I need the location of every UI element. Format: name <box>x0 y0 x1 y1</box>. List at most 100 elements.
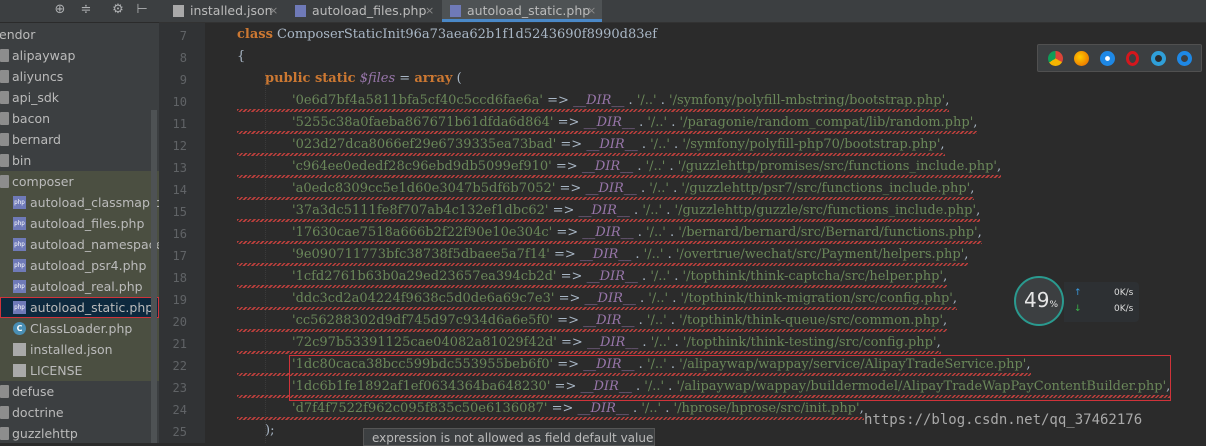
php-file-icon: php <box>13 301 26 314</box>
line-number: 22 <box>172 359 187 373</box>
line-number: 9 <box>179 73 187 87</box>
ie-icon[interactable] <box>1151 51 1166 66</box>
code-line-class: class ComposerStaticInit96a73aea62b1f1d5… <box>237 27 658 42</box>
tab-autoload-static[interactable]: autoload_static.php × <box>442 0 602 22</box>
locate-file-icon[interactable]: ⊕ <box>52 2 68 18</box>
hide-panel-icon[interactable]: ⊢ <box>134 2 150 18</box>
tree-item[interactable]: aliyuncs <box>0 66 159 87</box>
tree-item[interactable]: defuse <box>0 381 159 402</box>
php-file-icon <box>295 5 306 17</box>
tree-item[interactable]: php autoload_real.php <box>0 276 159 297</box>
tree-item[interactable]: api_sdk <box>0 87 159 108</box>
error-underline <box>237 285 947 288</box>
tree-item[interactable]: php autoload_psr4.php <box>0 255 159 276</box>
close-tab-icon[interactable]: × <box>587 0 596 22</box>
edge-icon[interactable] <box>1177 51 1192 66</box>
error-underline <box>237 175 1001 178</box>
tree-item-label: LICENSE <box>30 363 83 378</box>
tree-item[interactable]: php autoload_namespaces <box>0 234 159 255</box>
safari-icon[interactable] <box>1100 51 1115 66</box>
json-file-icon <box>13 343 26 356</box>
code-line-entry: '37a3dc5111fe8f707ab4c132ef1dbc62' => __… <box>292 203 981 218</box>
line-number: 17 <box>172 249 187 263</box>
tree-item-label: aliyuncs <box>12 69 64 84</box>
chrome-icon[interactable] <box>1048 51 1063 66</box>
error-underline <box>237 153 945 156</box>
tree-item-label: autoload_classmap.php <box>30 195 159 210</box>
tree-item-label: ClassLoader.php <box>30 321 133 336</box>
line-number: 24 <box>172 403 187 417</box>
code-line-brace: { <box>237 49 246 64</box>
tree-item-label: autoload_namespaces <box>30 237 159 252</box>
tree-item[interactable]: composer <box>0 171 159 192</box>
tree-item[interactable]: bernard <box>0 129 159 150</box>
tree-item[interactable]: bin <box>0 150 159 171</box>
line-number: 16 <box>172 227 187 241</box>
tree-item-label: doctrine <box>12 405 64 420</box>
tree-item-label: bin <box>12 153 32 168</box>
tree-item[interactable]: installed.json <box>0 339 159 360</box>
line-number: 7 <box>179 29 187 43</box>
tree-item[interactable]: doctrine <box>0 402 159 423</box>
tree-item[interactable]: endor <box>0 24 159 45</box>
browser-preview-bar <box>1037 44 1202 72</box>
tab-label: autoload_files.php <box>312 3 427 18</box>
editor-tab-bar: installed.json × autoload_files.php × au… <box>159 0 1206 23</box>
code-line-entry: 'a0edc8309cc5e1d60e3047b5df6b7052' => __… <box>292 181 975 196</box>
code-line-files-decl: public static $files = array ( <box>265 71 462 86</box>
tree-item[interactable]: alipaywap <box>0 45 159 66</box>
collapse-all-icon[interactable]: ≑ <box>78 2 94 18</box>
settings-gear-icon[interactable]: ⚙ <box>110 2 126 18</box>
php-file-icon: php <box>13 238 26 251</box>
tree-item[interactable]: php autoload_static.php <box>0 297 159 318</box>
close-tab-icon[interactable]: × <box>425 0 434 22</box>
error-underline <box>237 307 957 310</box>
watermark-url: https://blog.csdn.net/qq_37462176 <box>864 412 1143 428</box>
system-monitor-widget: 49% ↑ 0K/s ↓ 0K/s <box>1014 276 1139 326</box>
tree-item[interactable]: php autoload_files.php <box>0 213 159 234</box>
tree-item[interactable]: bacon <box>0 108 159 129</box>
upload-arrow-icon: ↑ <box>1074 288 1082 298</box>
folder-icon <box>0 91 9 104</box>
line-number: 21 <box>172 337 187 351</box>
tree-item-label: composer <box>12 174 74 189</box>
tab-installed-json[interactable]: installed.json × <box>165 0 281 22</box>
tree-item-label: autoload_real.php <box>30 279 143 294</box>
code-line-entry: 'c964ee0ededf28c96ebd9db5099ef910' => __… <box>292 159 1002 174</box>
tree-item-label: autoload_static.php <box>30 300 154 315</box>
line-number: 12 <box>172 139 187 153</box>
tree-item[interactable]: php autoload_classmap.php <box>0 192 159 213</box>
error-underline <box>237 197 974 200</box>
tab-autoload-files[interactable]: autoload_files.php × <box>287 0 439 22</box>
tree-item-label: alipaywap <box>12 48 76 63</box>
php-file-icon: php <box>13 217 26 230</box>
folder-icon <box>0 406 9 419</box>
folder-icon <box>0 175 9 188</box>
line-number: 8 <box>179 51 187 65</box>
opera-icon[interactable] <box>1126 51 1139 66</box>
error-underline <box>237 241 982 244</box>
line-number: 10 <box>172 95 187 109</box>
tree-scrollbar[interactable] <box>151 110 157 443</box>
code-line-entry: '9e090711773bfc38738f5dbaee5a7f14' => __… <box>292 247 969 262</box>
error-tooltip: expression is not allowed as field defau… <box>363 428 655 446</box>
folder-icon <box>0 112 9 125</box>
folder-icon <box>0 154 9 167</box>
tree-item[interactable]: LICENSE <box>0 360 159 381</box>
firefox-icon[interactable] <box>1074 51 1089 66</box>
tree-item[interactable]: C ClassLoader.php <box>0 318 159 339</box>
line-number: 14 <box>172 183 187 197</box>
folder-icon <box>0 385 9 398</box>
close-tab-icon[interactable]: × <box>269 0 278 22</box>
line-number: 11 <box>172 117 187 131</box>
tab-label: installed.json <box>190 3 273 18</box>
line-number: 20 <box>172 315 187 329</box>
tree-item[interactable]: guzzlehttp <box>0 423 159 443</box>
download-arrow-icon: ↓ <box>1074 304 1082 314</box>
folder-icon <box>0 133 9 146</box>
project-toolbar: ⊕ ≑ ⚙ ⊢ <box>0 0 159 23</box>
code-line-entry: 'd7f4f7522f962c095f835c50e6136087' => __… <box>292 401 864 416</box>
indent-guide <box>265 73 267 443</box>
line-number: 25 <box>172 425 187 439</box>
php-file-icon: php <box>13 259 26 272</box>
